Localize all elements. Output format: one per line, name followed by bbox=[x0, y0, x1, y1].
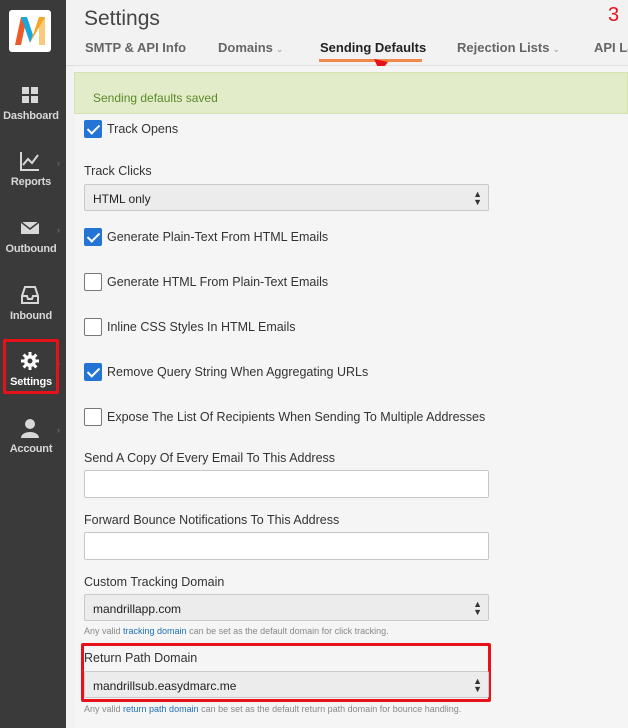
help-text: can be set as the default return path do… bbox=[198, 704, 462, 714]
chevron-down-icon: ⌄ bbox=[275, 44, 284, 54]
page-header: Settings 3 SMTP & API Info Domains ⌄ Send… bbox=[66, 0, 628, 102]
select-arrows-icon: ▲ ▼ bbox=[473, 676, 482, 694]
tracking-domain-label: Custom Tracking Domain bbox=[84, 575, 225, 589]
grid-icon bbox=[22, 87, 38, 103]
tab-domains[interactable]: Domains ⌄ bbox=[218, 40, 283, 55]
select-arrows-icon: ▲ ▼ bbox=[473, 189, 482, 207]
help-text: Any valid bbox=[84, 704, 124, 714]
tracking-domain-select[interactable]: mandrillapp.com ▲ ▼ bbox=[84, 594, 489, 621]
sidebar-item-label: Reports bbox=[10, 176, 52, 188]
chevron-right-icon: › bbox=[57, 225, 60, 235]
sidebar-item-label: Outbound bbox=[5, 243, 57, 255]
alert-message: Sending defaults saved bbox=[93, 91, 218, 105]
sidebar-item-label: Inbound bbox=[10, 310, 52, 322]
expose-recipients-label: Expose The List Of Recipients When Sendi… bbox=[107, 410, 486, 424]
generate-html-checkbox[interactable] bbox=[84, 273, 102, 291]
envelope-icon bbox=[20, 221, 40, 234]
success-alert: Sending defaults saved bbox=[74, 72, 628, 114]
tracking-domain-value: mandrillapp.com bbox=[93, 602, 182, 616]
remove-query-string-checkbox[interactable] bbox=[84, 363, 102, 381]
step-number-annotation: 3 bbox=[608, 4, 620, 26]
tracking-domain-help: Any valid tracking domain can be set as … bbox=[84, 626, 484, 637]
track-opens-checkbox[interactable] bbox=[84, 120, 102, 138]
tab-label: Domains bbox=[218, 40, 273, 55]
tab-label: Rejection Lists bbox=[457, 40, 550, 55]
help-text: can be set as the default domain for cli… bbox=[186, 626, 389, 636]
generate-plain-text-label: Generate Plain-Text From HTML Emails bbox=[107, 230, 329, 244]
tracking-domain-help-link[interactable]: tracking domain bbox=[123, 626, 187, 636]
bcc-address-label: Send A Copy Of Every Email To This Addre… bbox=[84, 451, 336, 465]
sidebar-item-label: Dashboard bbox=[3, 110, 59, 122]
tab-label: API La bbox=[594, 40, 628, 55]
sidebar-item-outbound[interactable]: Outbound › bbox=[0, 213, 66, 273]
tab-smtp-api-info[interactable]: SMTP & API Info bbox=[85, 40, 186, 55]
sidebar-item-reports[interactable]: Reports › bbox=[0, 146, 66, 206]
logo-icon bbox=[15, 17, 45, 45]
track-clicks-label: Track Clicks bbox=[84, 164, 152, 178]
sidebar-item-account[interactable]: Account › bbox=[0, 413, 66, 473]
inline-css-checkbox[interactable] bbox=[84, 318, 102, 336]
bounce-forward-input[interactable] bbox=[84, 532, 489, 560]
sidebar-item-dashboard[interactable]: Dashboard bbox=[0, 80, 66, 140]
select-arrows-icon: ▲ ▼ bbox=[473, 599, 482, 617]
chevron-right-icon: › bbox=[57, 158, 60, 168]
settings-highlight-box bbox=[3, 339, 59, 394]
return-path-select[interactable]: mandrillsub.easydmarc.me ▲ ▼ bbox=[84, 671, 489, 698]
remove-query-string-label: Remove Query String When Aggregating URL… bbox=[107, 365, 369, 379]
generate-html-label: Generate HTML From Plain-Text Emails bbox=[107, 275, 329, 289]
inbox-tray-icon bbox=[21, 286, 39, 304]
inline-css-label: Inline CSS Styles In HTML Emails bbox=[107, 320, 296, 334]
expose-recipients-checkbox[interactable] bbox=[84, 408, 102, 426]
return-path-help: Any valid return path domain can be set … bbox=[84, 704, 484, 715]
user-icon bbox=[21, 419, 39, 438]
chevron-down-icon: ⌄ bbox=[552, 44, 561, 54]
sidebar-item-inbound[interactable]: Inbound bbox=[0, 280, 66, 340]
generate-plain-text-checkbox[interactable] bbox=[84, 228, 102, 246]
return-path-help-link[interactable]: return path domain bbox=[123, 704, 199, 714]
chevron-right-icon: › bbox=[57, 425, 60, 435]
chart-icon bbox=[20, 152, 39, 171]
return-path-label: Return Path Domain bbox=[84, 651, 198, 665]
sidebar: Dashboard Reports › Outbound › Inbound S… bbox=[0, 0, 66, 728]
tab-rejection-lists[interactable]: Rejection Lists ⌄ bbox=[457, 40, 560, 55]
sidebar-item-label: Account bbox=[9, 443, 53, 455]
bounce-forward-label: Forward Bounce Notifications To This Add… bbox=[84, 513, 340, 527]
tab-api-logs[interactable]: API La bbox=[594, 40, 628, 55]
track-clicks-select[interactable]: HTML only ▲ ▼ bbox=[84, 184, 489, 211]
bcc-address-input[interactable] bbox=[84, 470, 489, 498]
mandrill-logo[interactable] bbox=[9, 10, 51, 52]
page-title: Settings bbox=[84, 7, 160, 30]
help-text: Any valid bbox=[84, 626, 124, 636]
track-opens-label: Track Opens bbox=[107, 122, 179, 136]
track-clicks-value: HTML only bbox=[93, 192, 151, 206]
return-path-value: mandrillsub.easydmarc.me bbox=[93, 679, 237, 693]
tab-label: SMTP & API Info bbox=[85, 40, 187, 55]
